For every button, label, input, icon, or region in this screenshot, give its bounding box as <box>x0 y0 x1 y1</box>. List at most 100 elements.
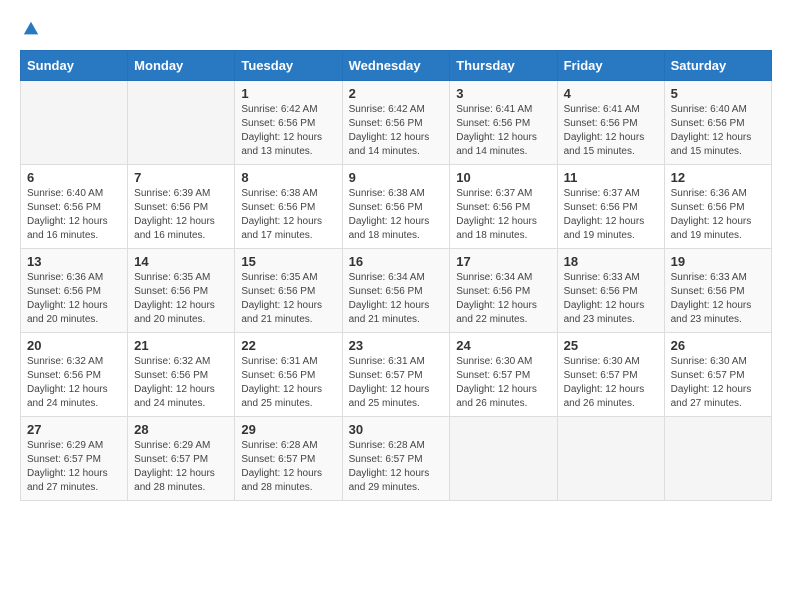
day-number: 25 <box>564 338 658 353</box>
day-number: 9 <box>349 170 444 185</box>
day-number: 21 <box>134 338 228 353</box>
calendar-day-cell <box>21 81 128 165</box>
calendar-day-cell: 23 Sunrise: 6:31 AM Sunset: 6:57 PM Dayli… <box>342 333 450 417</box>
calendar-table: SundayMondayTuesdayWednesdayThursdayFrid… <box>20 50 772 501</box>
day-info: Sunrise: 6:41 AM Sunset: 6:56 PM Dayligh… <box>564 103 658 159</box>
day-info: Sunrise: 6:40 AM Sunset: 6:56 PM Dayligh… <box>671 103 765 159</box>
day-number: 1 <box>241 86 335 101</box>
day-info: Sunrise: 6:32 AM Sunset: 6:56 PM Dayligh… <box>134 355 228 411</box>
calendar-day-cell: 8 Sunrise: 6:38 AM Sunset: 6:56 PM Daylig… <box>235 165 342 249</box>
day-info: Sunrise: 6:30 AM Sunset: 6:57 PM Dayligh… <box>671 355 765 411</box>
page-header <box>20 20 772 34</box>
day-number: 23 <box>349 338 444 353</box>
day-number: 15 <box>241 254 335 269</box>
day-info: Sunrise: 6:37 AM Sunset: 6:56 PM Dayligh… <box>456 187 550 243</box>
calendar-day-cell: 3 Sunrise: 6:41 AM Sunset: 6:56 PM Daylig… <box>450 81 557 165</box>
day-number: 29 <box>241 422 335 437</box>
calendar-day-cell: 29 Sunrise: 6:28 AM Sunset: 6:57 PM Dayli… <box>235 417 342 501</box>
day-number: 16 <box>349 254 444 269</box>
day-info: Sunrise: 6:36 AM Sunset: 6:56 PM Dayligh… <box>671 187 765 243</box>
calendar-day-cell: 20Sunrise: 6:32 AM Sunset: 6:56 PM Dayli… <box>21 333 128 417</box>
day-info: Sunrise: 6:42 AM Sunset: 6:56 PM Dayligh… <box>349 103 444 159</box>
calendar-day-cell: 5 Sunrise: 6:40 AM Sunset: 6:56 PM Daylig… <box>664 81 771 165</box>
day-info: Sunrise: 6:33 AM Sunset: 6:56 PM Dayligh… <box>671 271 765 327</box>
day-info: Sunrise: 6:29 AM Sunset: 6:57 PM Dayligh… <box>27 439 121 495</box>
day-number: 11 <box>564 170 658 185</box>
day-number: 30 <box>349 422 444 437</box>
weekday-header: Friday <box>557 51 664 81</box>
day-number: 17 <box>456 254 550 269</box>
logo-icon <box>22 20 40 38</box>
day-number: 22 <box>241 338 335 353</box>
day-info: Sunrise: 6:35 AM Sunset: 6:56 PM Dayligh… <box>241 271 335 327</box>
calendar-day-cell: 7 Sunrise: 6:39 AM Sunset: 6:56 PM Daylig… <box>128 165 235 249</box>
weekday-header: Monday <box>128 51 235 81</box>
day-info: Sunrise: 6:42 AM Sunset: 6:56 PM Dayligh… <box>241 103 335 159</box>
calendar-week-row: 1 Sunrise: 6:42 AM Sunset: 6:56 PM Daylig… <box>21 81 772 165</box>
calendar-week-row: 6 Sunrise: 6:40 AM Sunset: 6:56 PM Daylig… <box>21 165 772 249</box>
weekday-header: Wednesday <box>342 51 450 81</box>
day-number: 26 <box>671 338 765 353</box>
calendar-day-cell: 17 Sunrise: 6:34 AM Sunset: 6:56 PM Dayli… <box>450 249 557 333</box>
calendar-day-cell: 26 Sunrise: 6:30 AM Sunset: 6:57 PM Dayli… <box>664 333 771 417</box>
day-info: Sunrise: 6:33 AM Sunset: 6:56 PM Dayligh… <box>564 271 658 327</box>
weekday-header: Tuesday <box>235 51 342 81</box>
calendar-day-cell: 9 Sunrise: 6:38 AM Sunset: 6:56 PM Daylig… <box>342 165 450 249</box>
calendar-day-cell: 4 Sunrise: 6:41 AM Sunset: 6:56 PM Daylig… <box>557 81 664 165</box>
day-number: 10 <box>456 170 550 185</box>
day-number: 14 <box>134 254 228 269</box>
day-number: 18 <box>564 254 658 269</box>
calendar-day-cell: 21 Sunrise: 6:32 AM Sunset: 6:56 PM Dayli… <box>128 333 235 417</box>
day-info: Sunrise: 6:38 AM Sunset: 6:56 PM Dayligh… <box>349 187 444 243</box>
calendar-day-cell: 28 Sunrise: 6:29 AM Sunset: 6:57 PM Dayli… <box>128 417 235 501</box>
weekday-header: Sunday <box>21 51 128 81</box>
day-number: 13 <box>27 254 121 269</box>
calendar-day-cell: 12Sunrise: 6:36 AM Sunset: 6:56 PM Dayli… <box>664 165 771 249</box>
day-number: 7 <box>134 170 228 185</box>
day-info: Sunrise: 6:29 AM Sunset: 6:57 PM Dayligh… <box>134 439 228 495</box>
calendar-week-row: 20Sunrise: 6:32 AM Sunset: 6:56 PM Dayli… <box>21 333 772 417</box>
calendar-day-cell: 11 Sunrise: 6:37 AM Sunset: 6:56 PM Dayli… <box>557 165 664 249</box>
day-number: 8 <box>241 170 335 185</box>
calendar-day-cell: 1 Sunrise: 6:42 AM Sunset: 6:56 PM Daylig… <box>235 81 342 165</box>
day-number: 2 <box>349 86 444 101</box>
day-info: Sunrise: 6:30 AM Sunset: 6:57 PM Dayligh… <box>564 355 658 411</box>
weekday-header: Thursday <box>450 51 557 81</box>
calendar-day-cell: 15 Sunrise: 6:35 AM Sunset: 6:56 PM Dayli… <box>235 249 342 333</box>
logo <box>20 20 40 34</box>
day-info: Sunrise: 6:38 AM Sunset: 6:56 PM Dayligh… <box>241 187 335 243</box>
calendar-day-cell <box>450 417 557 501</box>
day-info: Sunrise: 6:34 AM Sunset: 6:56 PM Dayligh… <box>456 271 550 327</box>
day-number: 24 <box>456 338 550 353</box>
calendar-day-cell: 13 Sunrise: 6:36 AM Sunset: 6:56 PM Dayli… <box>21 249 128 333</box>
day-number: 3 <box>456 86 550 101</box>
calendar-day-cell: 18 Sunrise: 6:33 AM Sunset: 6:56 PM Dayli… <box>557 249 664 333</box>
day-info: Sunrise: 6:32 AM Sunset: 6:56 PM Dayligh… <box>27 355 121 411</box>
calendar-week-row: 27 Sunrise: 6:29 AM Sunset: 6:57 PM Dayli… <box>21 417 772 501</box>
calendar-day-cell <box>557 417 664 501</box>
calendar-day-cell: 6 Sunrise: 6:40 AM Sunset: 6:56 PM Daylig… <box>21 165 128 249</box>
calendar-day-cell: 25 Sunrise: 6:30 AM Sunset: 6:57 PM Dayli… <box>557 333 664 417</box>
weekday-header: Saturday <box>664 51 771 81</box>
day-info: Sunrise: 6:34 AM Sunset: 6:56 PM Dayligh… <box>349 271 444 327</box>
calendar-day-cell: 10 Sunrise: 6:37 AM Sunset: 6:56 PM Dayli… <box>450 165 557 249</box>
day-info: Sunrise: 6:36 AM Sunset: 6:56 PM Dayligh… <box>27 271 121 327</box>
day-number: 28 <box>134 422 228 437</box>
day-info: Sunrise: 6:28 AM Sunset: 6:57 PM Dayligh… <box>241 439 335 495</box>
day-info: Sunrise: 6:40 AM Sunset: 6:56 PM Dayligh… <box>27 187 121 243</box>
calendar-day-cell: 30Sunrise: 6:28 AM Sunset: 6:57 PM Dayli… <box>342 417 450 501</box>
day-number: 5 <box>671 86 765 101</box>
day-number: 4 <box>564 86 658 101</box>
day-info: Sunrise: 6:31 AM Sunset: 6:56 PM Dayligh… <box>241 355 335 411</box>
day-info: Sunrise: 6:31 AM Sunset: 6:57 PM Dayligh… <box>349 355 444 411</box>
day-info: Sunrise: 6:39 AM Sunset: 6:56 PM Dayligh… <box>134 187 228 243</box>
calendar-day-cell: 19Sunrise: 6:33 AM Sunset: 6:56 PM Dayli… <box>664 249 771 333</box>
day-number: 6 <box>27 170 121 185</box>
day-info: Sunrise: 6:30 AM Sunset: 6:57 PM Dayligh… <box>456 355 550 411</box>
day-number: 27 <box>27 422 121 437</box>
calendar-day-cell <box>128 81 235 165</box>
calendar-header-row: SundayMondayTuesdayWednesdayThursdayFrid… <box>21 51 772 81</box>
day-info: Sunrise: 6:41 AM Sunset: 6:56 PM Dayligh… <box>456 103 550 159</box>
day-info: Sunrise: 6:37 AM Sunset: 6:56 PM Dayligh… <box>564 187 658 243</box>
calendar-day-cell: 27 Sunrise: 6:29 AM Sunset: 6:57 PM Dayli… <box>21 417 128 501</box>
